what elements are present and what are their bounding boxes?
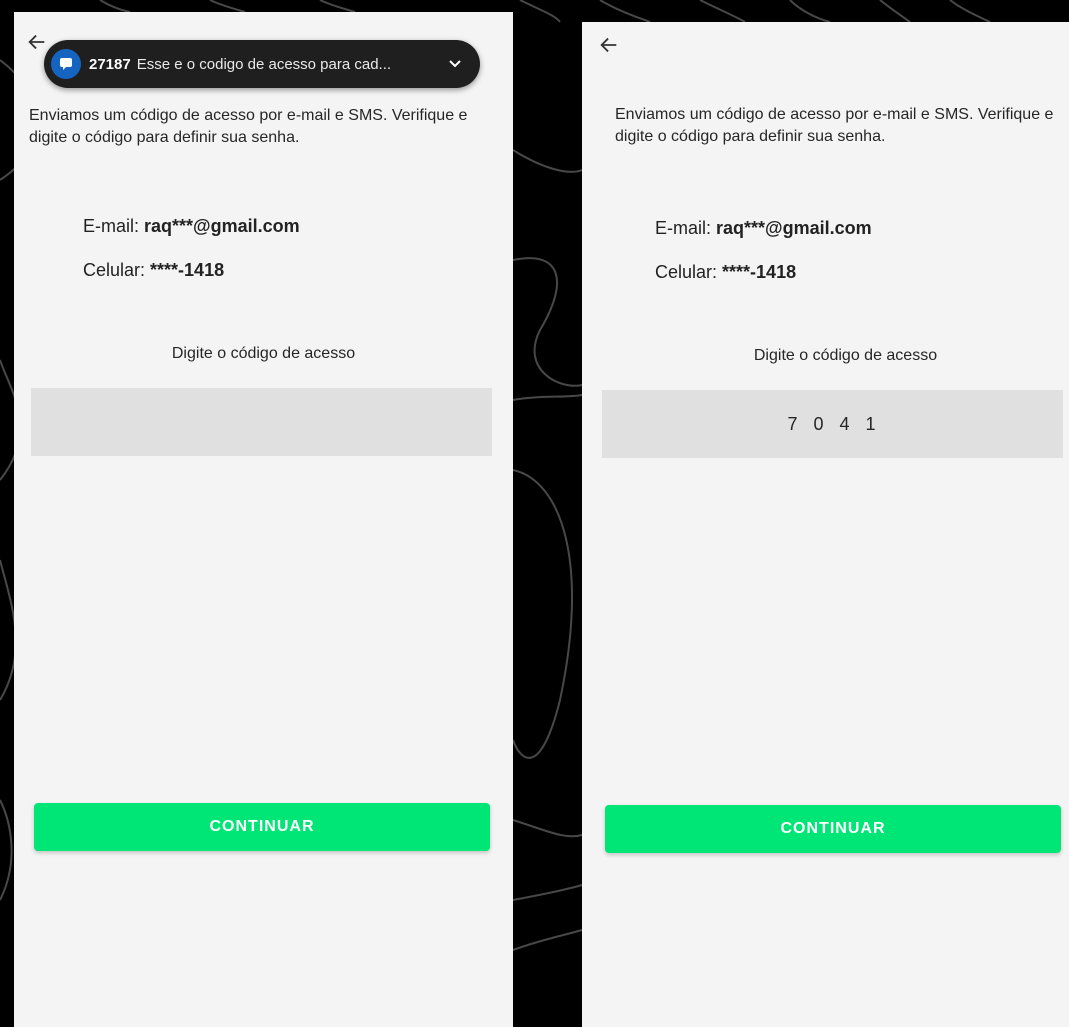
instructions-text: Enviamos um código de acesso por e-mail … bbox=[29, 107, 468, 146]
email-value: raq***@gmail.com bbox=[716, 218, 872, 238]
phone-label: Celular: bbox=[83, 260, 151, 280]
phone-line: Celular: ****-1418 bbox=[655, 262, 796, 283]
message-bubble-icon bbox=[51, 49, 81, 79]
email-line: E-mail: raq***@gmail.com bbox=[83, 216, 300, 237]
notification-text: Esse e o codigo de acesso para cad... bbox=[136, 55, 392, 73]
continue-button[interactable]: CONTINUAR bbox=[34, 803, 490, 851]
email-label: E-mail: bbox=[83, 216, 145, 236]
chevron-down-icon[interactable] bbox=[448, 57, 462, 71]
email-line: E-mail: raq***@gmail.com bbox=[655, 218, 872, 239]
access-code-input[interactable] bbox=[602, 390, 1063, 458]
email-label: E-mail: bbox=[655, 218, 717, 238]
phone-line: Celular: ****-1418 bbox=[83, 260, 224, 281]
phone-label: Celular: bbox=[655, 262, 723, 282]
notification-sender: 27187 bbox=[89, 55, 131, 73]
arrow-left-icon bbox=[28, 34, 45, 50]
right-phone-screen: Enviamos um código de acesso por e-mail … bbox=[582, 22, 1069, 1027]
sms-notification[interactable]: 27187 Esse e o codigo de acesso para cad… bbox=[44, 40, 480, 88]
back-button[interactable] bbox=[26, 31, 48, 53]
arrow-left-icon bbox=[600, 37, 617, 53]
email-value: raq***@gmail.com bbox=[144, 216, 300, 236]
left-phone-screen: 27187 Esse e o codigo de acesso para cad… bbox=[14, 12, 513, 1027]
instructions-text: Enviamos um código de acesso por e-mail … bbox=[615, 106, 1054, 145]
phone-value: ****-1418 bbox=[722, 262, 797, 282]
continue-button[interactable]: CONTINUAR bbox=[605, 805, 1061, 853]
code-label: Digite o código de acesso bbox=[171, 345, 356, 362]
phone-value: ****-1418 bbox=[150, 260, 225, 280]
back-button[interactable] bbox=[598, 34, 620, 56]
code-label: Digite o código de acesso bbox=[753, 347, 938, 364]
access-code-input[interactable] bbox=[31, 388, 492, 456]
